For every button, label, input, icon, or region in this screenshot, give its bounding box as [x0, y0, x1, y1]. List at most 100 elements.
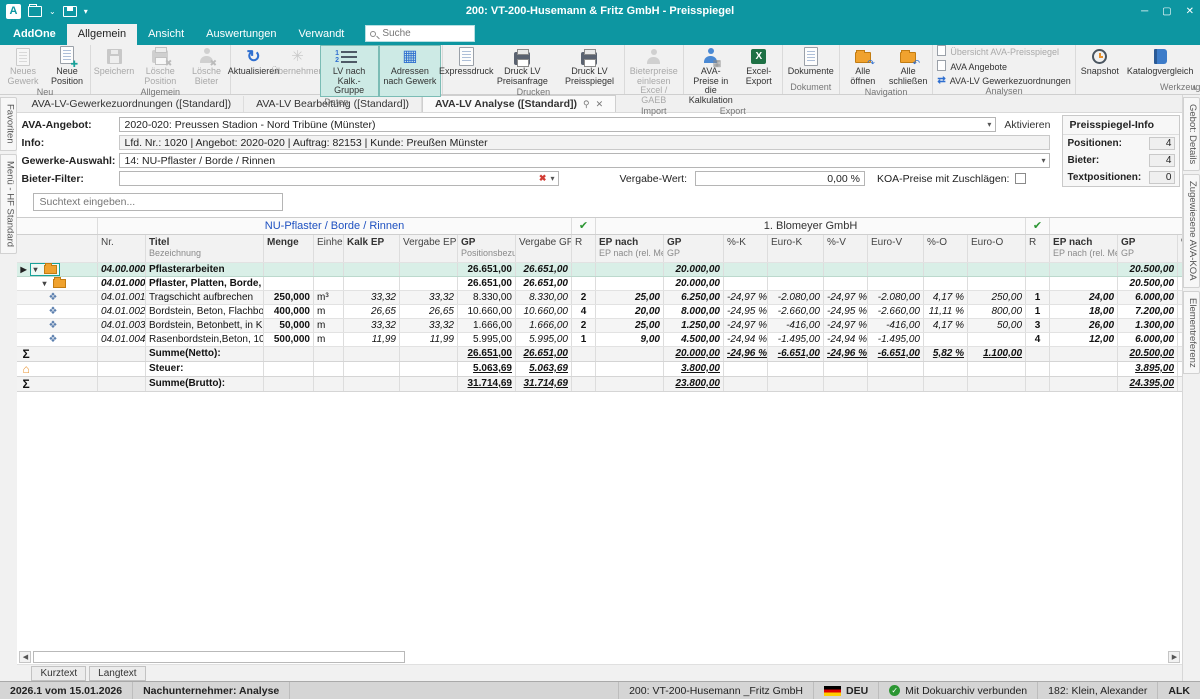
grid-cell-b2_gp[interactable]: 1.300,00 [1118, 318, 1178, 332]
grid-cell-b1_gp[interactable]: 8.000,00 [664, 304, 724, 318]
grid-cell-b2_gp[interactable]: 6.000,00 [1118, 290, 1178, 304]
grid-cell-b1_ep[interactable] [596, 262, 664, 276]
grid-cell-titel[interactable]: Bordstein, Betonbett, in Kurven [145, 318, 263, 332]
grid-cell-b1_pk[interactable]: -24,95 % [724, 304, 768, 318]
ribbon-button-dokumente[interactable]: Dokumente [784, 45, 838, 82]
menu-tab-verwandt[interactable]: Verwandt [288, 24, 356, 45]
grid-cell-vergabe_gp[interactable]: 10.660,00 [515, 304, 571, 318]
grid-cell-b2_ep[interactable]: 24,00 [1050, 290, 1118, 304]
side-tab-zugewiesene-ava-koa[interactable]: Zugewiesene AVA-KOA [1183, 174, 1200, 287]
grid-cell-r1[interactable] [572, 361, 596, 376]
ribbon-button-alle-oeffnen[interactable]: ↷Alle öffnen [841, 45, 885, 87]
grid-cell-gp[interactable]: 5.063,69 [457, 361, 515, 376]
grid-cell-b2_ep[interactable] [1050, 276, 1118, 290]
grid-cell-r1[interactable]: 2 [572, 318, 596, 332]
grid-cell-titel[interactable]: Summe(Netto): [145, 346, 263, 361]
column-header-vergabe_gp[interactable]: Vergabe GP [515, 234, 571, 262]
grid-cell-b1_po[interactable]: 4,17 % [924, 290, 968, 304]
grid-cell-b2_ep[interactable] [1050, 361, 1118, 376]
grid-cell-vergabe_ep[interactable]: 26,65 [399, 304, 457, 318]
column-header-titel[interactable]: TitelBezeichnung [145, 234, 263, 262]
grid-cell-menge[interactable]: 250,000 [263, 290, 313, 304]
grid-cell-titel[interactable]: Rasenbordstein,Beton, 10/25,Kies... [145, 332, 263, 346]
column-header-gp[interactable]: GPPositionsbezug [457, 234, 515, 262]
grid-cell-vergabe_gp[interactable]: 31.714,69 [515, 376, 571, 391]
grid-cell-vergabe_ep[interactable] [399, 376, 457, 391]
collapse-icon[interactable]: ▾ [42, 279, 51, 288]
grid-cell-b1_ep[interactable] [596, 276, 664, 290]
grid-cell-b1_po[interactable] [924, 262, 968, 276]
grid-cell-b1_eo[interactable]: 1.100,00 [968, 346, 1026, 361]
column-header-kalk_ep[interactable]: Kalk EP [343, 234, 399, 262]
grid-cell-b1_pv[interactable] [824, 276, 868, 290]
grid-cell-b1_pk[interactable] [724, 376, 768, 391]
grid-cell-b1_pk[interactable] [724, 276, 768, 290]
grid-cell-vergabe_gp[interactable]: 26.651,00 [515, 262, 571, 276]
grid-cell-b1_ev[interactable] [868, 262, 924, 276]
grid-cell-r2[interactable]: 1 [1026, 290, 1050, 304]
grid-cell-b2_gp[interactable]: 20.500,00 [1118, 346, 1178, 361]
close-window-button[interactable]: ✕ [1186, 6, 1194, 17]
column-header-vergabe_ep[interactable]: Vergabe EP [399, 234, 457, 262]
grid-cell-r2[interactable] [1026, 346, 1050, 361]
grid-cell-b2_gp[interactable]: 3.895,00 [1118, 361, 1178, 376]
clear-filter-icon[interactable]: ✖ [539, 173, 547, 184]
grid-cell-gp[interactable]: 8.330,00 [457, 290, 515, 304]
grid-cell-vergabe_ep[interactable] [399, 262, 457, 276]
grid-cell-nr[interactable]: 04.01.0030 [97, 318, 145, 332]
grid-cell-menge[interactable] [263, 262, 313, 276]
search-input[interactable] [380, 27, 470, 40]
grid-cell-titel[interactable]: Tragschicht aufbrechen [145, 290, 263, 304]
grid-cell-b1_po[interactable]: 5,82 % [924, 346, 968, 361]
grid-cell-b1_ep[interactable]: 25,00 [596, 290, 664, 304]
ava-angebot-combo[interactable]: 2020-020: Preussen Stadion - Nord Tribün… [119, 117, 996, 132]
column-header-b1_ev[interactable]: Euro-V [868, 234, 924, 262]
grid-cell-b2_ep[interactable]: 12,00 [1050, 332, 1118, 346]
doc-tab-gewerkezuordnungen[interactable]: AVA-LV-Gewerkezuordnungen ([Standard]) [19, 96, 244, 112]
menu-tab-allgemein[interactable]: Allgemein [67, 24, 137, 45]
column-header-nr[interactable]: Nr. [97, 234, 145, 262]
grid-cell-b1_po[interactable] [924, 376, 968, 391]
grid-cell-b2_ep[interactable]: 26,00 [1050, 318, 1118, 332]
chevron-down-icon[interactable]: ▾ [987, 120, 991, 129]
grid-cell-kalk_ep[interactable] [343, 276, 399, 290]
ribbon-button-ava-lv-gewerkezuordnungen[interactable]: ⇄AVA-LV Gewerkezuordnungen [937, 75, 1070, 86]
grid-cell-gp[interactable]: 1.666,00 [457, 318, 515, 332]
chevron-down-icon[interactable]: ▾ [1041, 156, 1045, 165]
grid-cell-b1_pv[interactable] [824, 376, 868, 391]
grid-cell-b1_eo[interactable] [968, 276, 1026, 290]
grid-cell-b1_pk[interactable] [724, 262, 768, 276]
grid-cell-b1_ep[interactable]: 20,00 [596, 304, 664, 318]
grid-cell-menge[interactable]: 50,000 [263, 318, 313, 332]
grid-cell-gp[interactable]: 26.651,00 [457, 346, 515, 361]
ribbon-button-druck-lv-preisanfrage[interactable]: Druck LV Preisanfrage [488, 45, 556, 87]
column-header-b1_po[interactable]: %-O [924, 234, 968, 262]
ribbon-button-ava-angebote[interactable]: AVA Angebote [937, 60, 1070, 73]
grid-cell-b1_ev[interactable]: -1.495,00 [868, 332, 924, 346]
bieter-filter-combo[interactable]: ✖ ▾ [119, 171, 559, 186]
grid-cell-b1_ek[interactable] [768, 361, 824, 376]
grid-cell-nr[interactable]: 04.01.0010 [97, 290, 145, 304]
column-header-b2_gp[interactable]: GPGP [1118, 234, 1178, 262]
grid-cell-b1_eo[interactable] [968, 332, 1026, 346]
row-state-cell[interactable]: ▾ [17, 276, 97, 290]
grid-cell-b1_po[interactable]: 4,17 % [924, 318, 968, 332]
grid-cell-gp[interactable]: 5.995,00 [457, 332, 515, 346]
langtext-button[interactable]: Langtext [89, 666, 145, 681]
grid-cell-b1_po[interactable] [924, 361, 968, 376]
grid-cell-b2_gp[interactable]: 20.500,00 [1118, 276, 1178, 290]
grid-cell-b1_ev[interactable] [868, 361, 924, 376]
column-header-r2[interactable]: R [1026, 234, 1050, 262]
grid-cell-r1[interactable] [572, 276, 596, 290]
grid-cell-b2_gp[interactable]: 24.395,00 [1118, 376, 1178, 391]
grid-cell-b2_gp[interactable]: 6.000,00 [1118, 332, 1178, 346]
grid-cell-b1_gp[interactable]: 20.000,00 [664, 346, 724, 361]
grid-cell-vergabe_ep[interactable]: 11,99 [399, 332, 457, 346]
grid-cell-b1_ev[interactable]: -2.660,00 [868, 304, 924, 318]
menu-tab-auswertungen[interactable]: Auswertungen [195, 24, 287, 45]
grid-cell-vergabe_ep[interactable]: 33,32 [399, 290, 457, 304]
grid-cell-b1_ep[interactable] [596, 346, 664, 361]
side-tab-menü-hf-standard[interactable]: Menü - HF Standard [0, 154, 17, 254]
grid-cell-menge[interactable] [263, 361, 313, 376]
grid-cell-menge[interactable] [263, 376, 313, 391]
